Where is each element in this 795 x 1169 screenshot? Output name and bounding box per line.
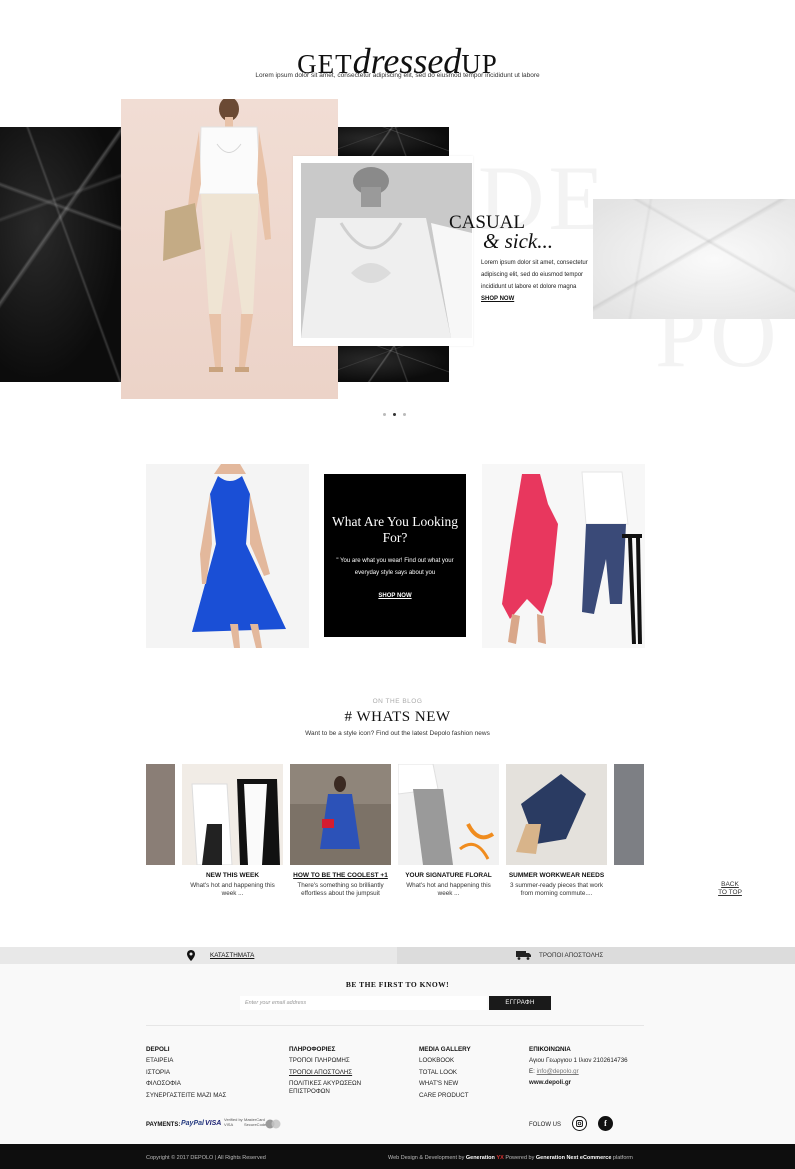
casual-heading-line2: & sick... bbox=[483, 229, 553, 253]
blog-subtitle: Want to be a style icon? Find out the la… bbox=[305, 730, 490, 737]
blouse-detail-photo[interactable] bbox=[301, 163, 472, 338]
footer-website-link[interactable]: www.depoli.gr bbox=[529, 1079, 571, 1087]
shipping-methods-link[interactable]: ΤΡΟΠΟΙ ΑΠΟΣΤΟΛΗΣ bbox=[539, 952, 603, 959]
paypal-logo: PayPal bbox=[181, 1120, 204, 1127]
credits-suffix: platform bbox=[612, 1155, 633, 1161]
back-to-top-link[interactable]: BACK TO TOP bbox=[717, 881, 743, 897]
stores-link[interactable]: ΚΑΤΑΣΤΗΜΑΤΑ bbox=[210, 952, 254, 959]
footer-link-whats-new[interactable]: WHAT'S NEW bbox=[419, 1080, 458, 1088]
slider-dot-2[interactable] bbox=[393, 413, 396, 416]
truck-icon bbox=[516, 951, 531, 960]
footer-link-lookbook[interactable]: LOOKBOOK bbox=[419, 1057, 454, 1065]
casual-heading: CASUAL & sick... bbox=[449, 213, 553, 253]
blog-post-image-1[interactable] bbox=[182, 764, 283, 865]
footer-link-returns-policy[interactable]: ΠΟΛΙΤΙΚΕΣ ΑΚΥΡΩΣΕΩΝ ΕΠΙΣΤΡΟΦΩΝ bbox=[289, 1080, 369, 1095]
footer-col-depoli-heading: DEPOLI bbox=[146, 1046, 170, 1053]
footer-link-philosophy[interactable]: ΦΙΛΟΣΟΦΙΑ bbox=[146, 1080, 181, 1088]
credits-platform[interactable]: Generation Next eCommerce bbox=[536, 1155, 612, 1161]
footer-link-history[interactable]: ΙΣΤΟΡΙΑ bbox=[146, 1069, 170, 1077]
follow-us-label: FOLOW US bbox=[529, 1122, 562, 1128]
payments-label: PAYMENTS: bbox=[146, 1122, 181, 1128]
facebook-icon[interactable]: f bbox=[598, 1116, 613, 1131]
blog-post-title-2[interactable]: HOW TO BE THE COOLEST +1 bbox=[285, 872, 396, 879]
service-bar-stores[interactable] bbox=[0, 947, 397, 964]
blog-post-image-2[interactable] bbox=[290, 764, 391, 865]
blog-carousel-next-peek[interactable] bbox=[614, 764, 644, 865]
newsletter-title: BE THE FIRST TO KNOW! bbox=[345, 980, 450, 989]
footer-link-shipping-methods[interactable]: ΤΡΟΠΟΙ ΑΠΟΣΤΟΛΗΣ bbox=[289, 1069, 352, 1077]
footer-link-care-product[interactable]: CARE PRODUCT bbox=[419, 1092, 469, 1100]
map-pin-icon bbox=[187, 950, 195, 961]
blog-post-desc-1: What's hot and happening this week ... bbox=[190, 882, 275, 897]
credits-company[interactable]: Generation bbox=[466, 1155, 495, 1161]
footer-col-contact-heading: ΕΠΙΚΟΙΝΩΝΙΑ bbox=[529, 1046, 571, 1053]
credits-text: Web Design & Development by Generation Y… bbox=[388, 1155, 633, 1161]
generation-next-logo: YX bbox=[496, 1155, 504, 1161]
instagram-icon[interactable] bbox=[572, 1116, 587, 1131]
mastercard-icon bbox=[265, 1119, 281, 1129]
footer-contact-address: Αγιου Γεωργιου 1 Ιλιον 2102614736 bbox=[529, 1057, 628, 1064]
copyright-text: Copyright © 2017 DEPOLO | All Rights Res… bbox=[146, 1155, 266, 1161]
blog-post-image-4[interactable] bbox=[506, 764, 607, 865]
visa-logo: VISA bbox=[205, 1120, 222, 1127]
blog-post-title-1[interactable]: NEW THIS WEEK bbox=[182, 872, 283, 879]
slider-dot-3[interactable] bbox=[403, 413, 406, 416]
mastercard-securecode-logo: MasterCard SecureCode bbox=[244, 1117, 267, 1127]
casual-description: Lorem ipsum dolor sit amet, consectetur … bbox=[481, 260, 588, 290]
newsletter-subscribe-button[interactable]: ΕΓΓΡΑΦΗ bbox=[489, 996, 551, 1010]
footer-email-prefix: E: bbox=[529, 1068, 535, 1075]
footer-email-link[interactable]: info@depolo.gr bbox=[537, 1068, 579, 1075]
footer-link-partner[interactable]: ΣΥΝΕΡΓΑΣΤΕΙΤΕ ΜΑΖΙ ΜΑΣ bbox=[146, 1092, 226, 1100]
blog-post-desc-2: There's something so brilliantly effortl… bbox=[297, 882, 384, 897]
credits-prefix: Web Design & Development by bbox=[388, 1155, 465, 1161]
blog-post-title-3[interactable]: YOUR SIGNATURE FLORAL bbox=[398, 872, 499, 879]
verified-by-visa-logo: Verified by VISA bbox=[224, 1117, 243, 1127]
footer-contact-email-row: E: info@depolo.gr bbox=[529, 1068, 579, 1076]
footer-divider bbox=[146, 1025, 644, 1026]
white-marble-panel bbox=[593, 199, 795, 319]
pink-dress-photo[interactable] bbox=[482, 464, 645, 648]
blog-carousel-prev-peek[interactable] bbox=[146, 764, 175, 865]
promo-shop-now-link[interactable]: SHOP NOW bbox=[324, 593, 466, 599]
footer-link-total-look[interactable]: TOTAL LOOK bbox=[419, 1069, 457, 1077]
blog-eyebrow: ON THE BLOG bbox=[372, 698, 423, 705]
slider-dot-1[interactable] bbox=[383, 413, 386, 416]
blog-post-desc-3: What's hot and happening this week ... bbox=[406, 882, 491, 897]
newsletter-email-input[interactable] bbox=[240, 996, 487, 1010]
casual-shop-now-link[interactable]: SHOP NOW bbox=[481, 296, 514, 302]
blue-dress-photo[interactable] bbox=[146, 464, 309, 648]
blog-title: # WHATS NEW bbox=[344, 709, 451, 725]
black-marble-strip-top bbox=[338, 127, 449, 157]
promo-title: What Are You Looking For? bbox=[332, 514, 458, 545]
blog-post-title-4[interactable]: SUMMER WORKWEAR NEEDS bbox=[506, 872, 607, 879]
blog-post-image-3[interactable] bbox=[398, 764, 499, 865]
credits-middle: Powered by bbox=[505, 1155, 535, 1161]
black-marble-strip-bottom bbox=[338, 346, 449, 382]
footer-link-payment-methods[interactable]: ΤΡΟΠΟΙ ΠΛΗΡΩΜΗΣ bbox=[289, 1057, 350, 1065]
footer-col-info-heading: ΠΛΗΡΟΦΟΡΙΕΣ bbox=[289, 1046, 336, 1053]
footer-link-company[interactable]: ΕΤΑΙΡΕΙΑ bbox=[146, 1057, 173, 1065]
promo-text: " You are what you wear! Find out what y… bbox=[336, 558, 454, 576]
black-marble-panel bbox=[0, 127, 122, 382]
footer-col-media-heading: MEDIA GALLERY bbox=[419, 1046, 471, 1053]
blog-post-desc-4: 3 summer-ready pieces that work from mor… bbox=[509, 882, 604, 897]
hero-subtitle: Lorem ipsum dolor sit amet, consectetur … bbox=[255, 72, 540, 79]
footer bbox=[0, 964, 795, 1144]
